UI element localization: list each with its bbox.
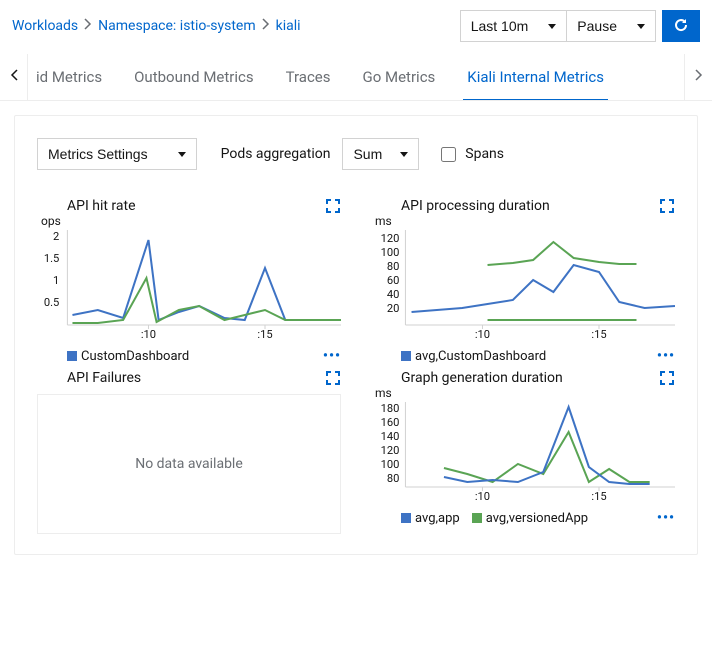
svg-text::10: :10	[475, 328, 490, 340]
breadcrumb-item[interactable]: kiali	[276, 18, 301, 34]
tab-outbound-metrics[interactable]: Outbound Metrics	[118, 54, 270, 100]
y-unit: ops	[41, 214, 341, 228]
svg-text::10: :10	[141, 328, 156, 340]
svg-text:80: 80	[387, 472, 400, 485]
expand-icon[interactable]	[325, 198, 341, 214]
expand-icon[interactable]	[659, 198, 675, 214]
chart-api-failures: API Failures No data available	[37, 370, 341, 534]
svg-text:40: 40	[387, 288, 400, 301]
chart-title: API processing duration	[401, 198, 550, 214]
svg-text:1.5: 1.5	[44, 252, 59, 265]
legend-label: avg,CustomDashboard	[415, 349, 546, 364]
refresh-button[interactable]	[662, 10, 700, 42]
svg-text:100: 100	[381, 246, 400, 259]
chevron-left-icon	[10, 69, 18, 85]
caret-down-icon	[178, 152, 186, 157]
chevron-right-icon	[262, 18, 270, 34]
svg-text:120: 120	[381, 232, 400, 245]
caret-down-icon	[548, 24, 556, 29]
y-unit: ms	[375, 386, 675, 400]
time-range-value: Last 10m	[471, 18, 529, 34]
spans-checkbox-input[interactable]	[441, 147, 456, 162]
pods-aggregation-dropdown[interactable]: Sum	[342, 138, 419, 170]
refresh-mode-dropdown[interactable]: Pause	[567, 10, 656, 42]
svg-text:80: 80	[387, 260, 400, 273]
settings-row: Metrics Settings Pods aggregation Sum Sp…	[37, 138, 675, 170]
legend-label: avg,app	[415, 511, 460, 526]
svg-text:140: 140	[381, 430, 400, 443]
svg-text::15: :15	[591, 490, 606, 502]
refresh-mode-value: Pause	[577, 18, 617, 34]
y-unit: ms	[375, 214, 675, 228]
tab-traces[interactable]: Traces	[270, 54, 347, 100]
chevron-right-icon	[84, 18, 92, 34]
metrics-settings-dropdown[interactable]: Metrics Settings	[37, 138, 197, 170]
legend-item[interactable]: avg,CustomDashboard	[401, 349, 546, 364]
svg-text:0.5: 0.5	[44, 296, 59, 309]
refresh-icon	[673, 17, 689, 36]
tab-kiali-internal-metrics[interactable]: Kiali Internal Metrics	[451, 54, 620, 100]
legend-swatch-icon	[401, 351, 411, 361]
spans-label: Spans	[465, 146, 504, 162]
chart-plot: 120 100 80 60 40 20 :10 :15	[371, 230, 675, 340]
chevron-right-icon	[695, 69, 703, 85]
breadcrumb-workloads[interactable]: Workloads	[12, 18, 78, 34]
legend-swatch-icon	[67, 351, 77, 361]
metrics-settings-label: Metrics Settings	[48, 146, 148, 162]
chart-api-hit-rate: API hit rate ops 2 1.5 1 0.5 :10 :15	[37, 198, 341, 364]
svg-text:100: 100	[381, 458, 400, 471]
breadcrumb-namespace[interactable]: Namespace: istio-system	[98, 18, 255, 34]
spans-checkbox[interactable]: Spans	[437, 144, 504, 165]
tab-scroll-right[interactable]	[684, 54, 712, 100]
legend-swatch-icon	[472, 513, 482, 523]
breadcrumb: Workloads Namespace: istio-system kiali	[12, 18, 301, 34]
chart-graph-generation-duration: Graph generation duration ms 180 160 140…	[371, 370, 675, 534]
chart-menu-button[interactable]: •••	[657, 510, 675, 526]
legend-label: avg,versionedApp	[486, 511, 588, 526]
svg-text:180: 180	[381, 402, 400, 415]
pods-aggregation-value: Sum	[353, 146, 382, 162]
svg-text::15: :15	[591, 328, 606, 340]
chart-title: Graph generation duration	[401, 370, 563, 386]
expand-icon[interactable]	[325, 370, 341, 386]
chart-title: API Failures	[67, 370, 141, 386]
chart-menu-button[interactable]: •••	[657, 348, 675, 364]
tab-inbound-metrics[interactable]: id Metrics	[28, 54, 118, 100]
tabs: id Metrics Outbound Metrics Traces Go Me…	[28, 54, 684, 100]
tab-scroll-left[interactable]	[0, 54, 28, 100]
svg-text::15: :15	[257, 328, 272, 340]
svg-text:1: 1	[53, 274, 59, 287]
tabs-row: id Metrics Outbound Metrics Traces Go Me…	[0, 54, 712, 101]
chart-plot: 180 160 140 120 100 80 :10 :15	[371, 402, 675, 502]
legend-label: CustomDashboard	[81, 349, 189, 364]
svg-text:160: 160	[381, 416, 400, 429]
tab-go-metrics[interactable]: Go Metrics	[347, 54, 452, 100]
svg-text:120: 120	[381, 444, 400, 457]
chart-plot: 2 1.5 1 0.5 :10 :15	[37, 230, 341, 340]
svg-text::10: :10	[475, 490, 490, 502]
chart-menu-button[interactable]: •••	[323, 348, 341, 364]
no-data-message: No data available	[37, 394, 341, 534]
chart-title: API hit rate	[67, 198, 136, 214]
svg-text:20: 20	[387, 302, 400, 315]
legend-swatch-icon	[401, 513, 411, 523]
legend-item[interactable]: avg,app	[401, 511, 460, 526]
pods-aggregation-label: Pods aggregation	[221, 146, 331, 162]
legend-item[interactable]: avg,versionedApp	[472, 511, 588, 526]
legend-item[interactable]: CustomDashboard	[67, 349, 189, 364]
chart-api-processing-duration: API processing duration ms 120 100 80 60…	[371, 198, 675, 364]
caret-down-icon	[400, 152, 408, 157]
svg-text:60: 60	[387, 274, 400, 287]
svg-text:2: 2	[53, 230, 59, 243]
metrics-card: Metrics Settings Pods aggregation Sum Sp…	[14, 115, 698, 555]
time-range-dropdown[interactable]: Last 10m	[460, 10, 568, 42]
caret-down-icon	[637, 24, 645, 29]
expand-icon[interactable]	[659, 370, 675, 386]
top-controls: Last 10m Pause	[460, 10, 700, 42]
